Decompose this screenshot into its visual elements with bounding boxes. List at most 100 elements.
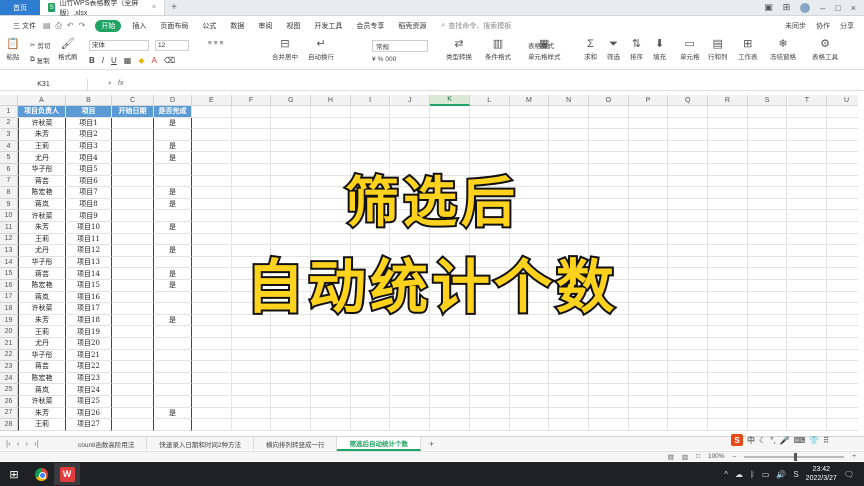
windows-start-icon[interactable]: ⊞ bbox=[0, 468, 28, 481]
table-cell[interactable] bbox=[390, 407, 431, 420]
table-cell[interactable] bbox=[668, 326, 709, 338]
column-header-f[interactable]: F bbox=[231, 95, 272, 106]
table-cell[interactable] bbox=[231, 338, 272, 350]
table-cell[interactable] bbox=[350, 338, 391, 350]
table-cell[interactable] bbox=[509, 349, 550, 362]
table-cell[interactable] bbox=[509, 372, 550, 385]
column-header-t[interactable]: T bbox=[787, 95, 828, 106]
table-cell[interactable] bbox=[827, 361, 858, 373]
table-cell[interactable] bbox=[390, 384, 431, 396]
table-cell[interactable] bbox=[827, 350, 858, 362]
table-cell[interactable] bbox=[747, 407, 788, 420]
row-header[interactable]: 3 bbox=[0, 129, 18, 141]
select-all-corner[interactable] bbox=[0, 95, 18, 106]
column-header-o[interactable]: O bbox=[589, 95, 629, 106]
table-header-cell[interactable]: 是否完成 bbox=[154, 106, 192, 118]
table-cell[interactable] bbox=[231, 129, 272, 141]
table-cell[interactable] bbox=[192, 140, 232, 153]
table-cell[interactable] bbox=[628, 419, 669, 431]
number-buttons[interactable]: ¥% 000 bbox=[372, 56, 396, 63]
command-search[interactable]: ⌕ 查找命令、搜索模板 bbox=[441, 21, 511, 31]
table-cell[interactable] bbox=[708, 372, 748, 385]
table-cell[interactable] bbox=[154, 338, 192, 350]
column-header-l[interactable]: L bbox=[469, 95, 510, 106]
table-cell[interactable] bbox=[231, 140, 272, 153]
table-cell[interactable]: 蒋芸 bbox=[18, 361, 66, 373]
table-cell[interactable] bbox=[271, 326, 312, 338]
table-cell[interactable] bbox=[154, 384, 192, 396]
ime-lang[interactable]: 中 bbox=[747, 435, 755, 446]
table-cell[interactable] bbox=[430, 372, 470, 385]
add-sheet-button[interactable]: + bbox=[421, 439, 442, 449]
table-cell[interactable] bbox=[708, 117, 748, 130]
table-cell[interactable]: 许秋菜 bbox=[18, 396, 66, 408]
table-cell[interactable]: 项目26 bbox=[66, 407, 112, 420]
table-cell[interactable] bbox=[231, 407, 272, 420]
table-cell[interactable] bbox=[390, 140, 431, 153]
table-cell[interactable] bbox=[787, 140, 828, 153]
next-sheet-icon[interactable]: › bbox=[25, 439, 28, 448]
table-cell[interactable] bbox=[430, 419, 470, 431]
table-cell[interactable] bbox=[231, 326, 272, 338]
italic-button[interactable]: I bbox=[102, 56, 104, 65]
table-cell[interactable] bbox=[668, 117, 709, 130]
row-header[interactable]: 2 bbox=[0, 117, 18, 130]
column-header-e[interactable]: E bbox=[192, 95, 232, 106]
table-cell[interactable] bbox=[311, 106, 351, 118]
table-cell[interactable] bbox=[668, 140, 709, 153]
table-cell[interactable] bbox=[708, 140, 748, 153]
table-cell[interactable] bbox=[549, 384, 589, 396]
table-cell[interactable] bbox=[589, 140, 629, 153]
table-cell[interactable] bbox=[549, 361, 589, 373]
table-cell[interactable] bbox=[311, 372, 351, 385]
table-cell[interactable] bbox=[390, 349, 431, 362]
table-cell[interactable] bbox=[827, 419, 858, 431]
table-cell[interactable] bbox=[589, 407, 629, 420]
table-cell[interactable] bbox=[271, 407, 312, 420]
table-cell[interactable] bbox=[430, 396, 470, 408]
table-cell[interactable] bbox=[787, 117, 828, 130]
menu-item-page-layout[interactable]: 页面布局 bbox=[153, 17, 195, 35]
table-cell[interactable] bbox=[430, 407, 470, 420]
table-cell[interactable] bbox=[747, 396, 788, 408]
table-cell[interactable] bbox=[589, 106, 629, 118]
table-cell[interactable] bbox=[827, 141, 858, 153]
table-cell[interactable] bbox=[311, 407, 351, 420]
column-header-b[interactable]: B bbox=[66, 95, 112, 106]
table-cell[interactable] bbox=[708, 349, 748, 362]
table-cell[interactable] bbox=[747, 372, 788, 385]
table-cell[interactable] bbox=[589, 384, 629, 396]
table-cell[interactable] bbox=[747, 326, 788, 338]
minimize-icon[interactable]: – bbox=[820, 3, 825, 13]
close-window-icon[interactable]: × bbox=[851, 3, 856, 13]
row-header[interactable]: 21 bbox=[0, 338, 18, 350]
row-header[interactable]: 28 bbox=[0, 419, 18, 431]
row-header[interactable]: 24 bbox=[0, 372, 18, 385]
table-cell[interactable] bbox=[469, 407, 510, 420]
table-cell[interactable] bbox=[271, 129, 312, 141]
table-cell[interactable] bbox=[350, 372, 391, 385]
table-cell[interactable] bbox=[708, 407, 748, 420]
volume-icon[interactable]: 🔊 bbox=[776, 470, 786, 479]
table-cell[interactable] bbox=[231, 384, 272, 396]
table-cell[interactable] bbox=[549, 338, 589, 350]
table-cell[interactable] bbox=[747, 129, 788, 141]
table-cell[interactable] bbox=[827, 408, 858, 420]
table-cell[interactable] bbox=[509, 384, 550, 396]
table-cell[interactable]: 蒋岚 bbox=[18, 384, 66, 396]
table-cell[interactable] bbox=[311, 361, 351, 373]
sheet-tab-filter-count[interactable]: 筛选后自动统计个数 bbox=[337, 436, 421, 451]
table-cell[interactable] bbox=[430, 106, 470, 118]
table-cell[interactable] bbox=[747, 140, 788, 153]
table-cell[interactable] bbox=[154, 326, 192, 338]
eraser-icon[interactable]: ⌫ bbox=[164, 56, 175, 65]
table-cell[interactable] bbox=[112, 140, 154, 153]
name-box[interactable]: K31 bbox=[0, 78, 88, 90]
table-cell[interactable]: 许秋菜 bbox=[18, 117, 66, 130]
last-sheet-icon[interactable]: ›| bbox=[34, 439, 39, 448]
table-cell[interactable] bbox=[549, 106, 589, 118]
table-cell[interactable] bbox=[231, 372, 272, 385]
moon-icon[interactable]: ☾ bbox=[759, 436, 766, 445]
table-cell[interactable] bbox=[192, 384, 232, 396]
menu-item-home[interactable]: 开始 bbox=[95, 20, 122, 32]
